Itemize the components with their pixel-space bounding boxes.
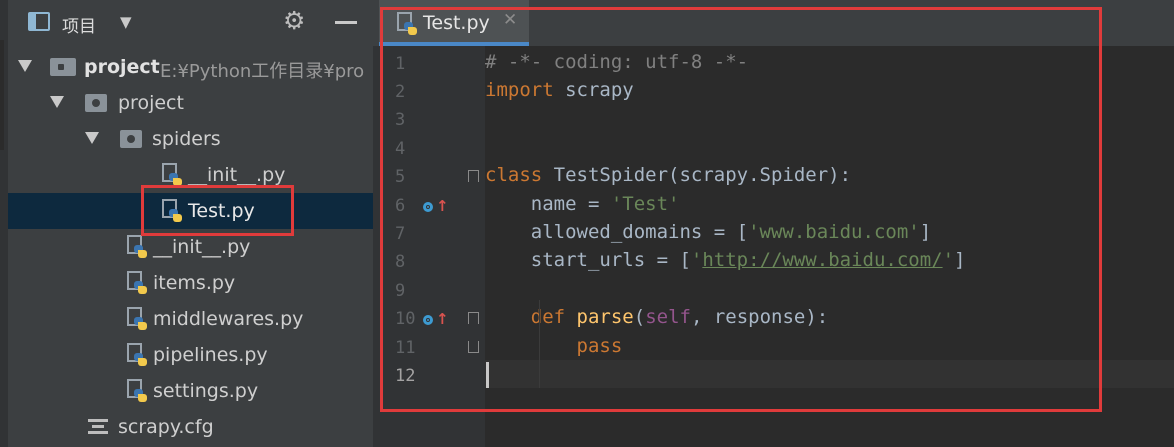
expand-arrow-icon[interactable] <box>50 96 64 108</box>
python-file-icon <box>125 307 147 331</box>
tree-item-label: project <box>84 56 160 78</box>
tree-item-settings-py[interactable]: settings.py <box>8 373 373 409</box>
tree-item-label: spiders <box>152 128 221 150</box>
tree-item-items-py[interactable]: items.py <box>8 265 373 301</box>
project-view-icon[interactable] <box>28 12 50 31</box>
project-panel: 项目 ▼ ⚙ project E:¥Python工作目录¥pro project… <box>0 0 373 447</box>
tree-item-scrapy-cfg[interactable]: scrapy.cfg <box>8 409 373 445</box>
tree-item-label: settings.py <box>153 380 259 402</box>
package-folder-icon <box>85 94 107 112</box>
tree-item-project-root[interactable]: project E:¥Python工作目录¥pro <box>8 49 373 85</box>
tool-window-stripe <box>0 0 8 447</box>
tree-item-label: pipelines.py <box>153 344 268 366</box>
tree-item-label: project <box>118 92 184 114</box>
tree-item-label: scrapy.cfg <box>118 416 214 438</box>
package-folder-icon <box>120 130 142 148</box>
python-file-icon <box>125 379 147 403</box>
python-file-icon <box>125 235 147 259</box>
expand-arrow-icon[interactable] <box>18 60 32 72</box>
highlight-box-test-py <box>141 185 294 236</box>
tree-item-middlewares-py[interactable]: middlewares.py <box>8 301 373 337</box>
highlight-box-editor <box>380 7 1102 412</box>
project-panel-title[interactable]: 项目 <box>62 12 96 37</box>
tree-item-label: __init__.py <box>153 236 251 258</box>
tree-item-spiders[interactable]: spiders <box>8 121 373 157</box>
config-file-icon <box>88 419 108 435</box>
tree-item-label: items.py <box>153 272 236 294</box>
gear-icon[interactable]: ⚙ <box>283 6 305 36</box>
python-file-icon <box>125 271 147 295</box>
python-file-icon <box>125 343 147 367</box>
expand-arrow-icon[interactable] <box>85 132 99 144</box>
project-panel-header: 项目 ▼ ⚙ <box>8 0 373 46</box>
tree-item-label: middlewares.py <box>153 308 304 330</box>
tree-item-pipelines-py[interactable]: pipelines.py <box>8 337 373 373</box>
minimize-icon[interactable] <box>335 21 357 24</box>
stripe-marker <box>0 40 4 150</box>
tree-item-path: E:¥Python工作目录¥pro <box>160 61 365 82</box>
tree-item-project[interactable]: project <box>8 85 373 121</box>
python-file-icon <box>160 163 182 187</box>
tree-item-label: __init__.py <box>188 164 286 186</box>
folder-icon <box>50 58 76 76</box>
chevron-down-icon[interactable]: ▼ <box>120 13 132 31</box>
